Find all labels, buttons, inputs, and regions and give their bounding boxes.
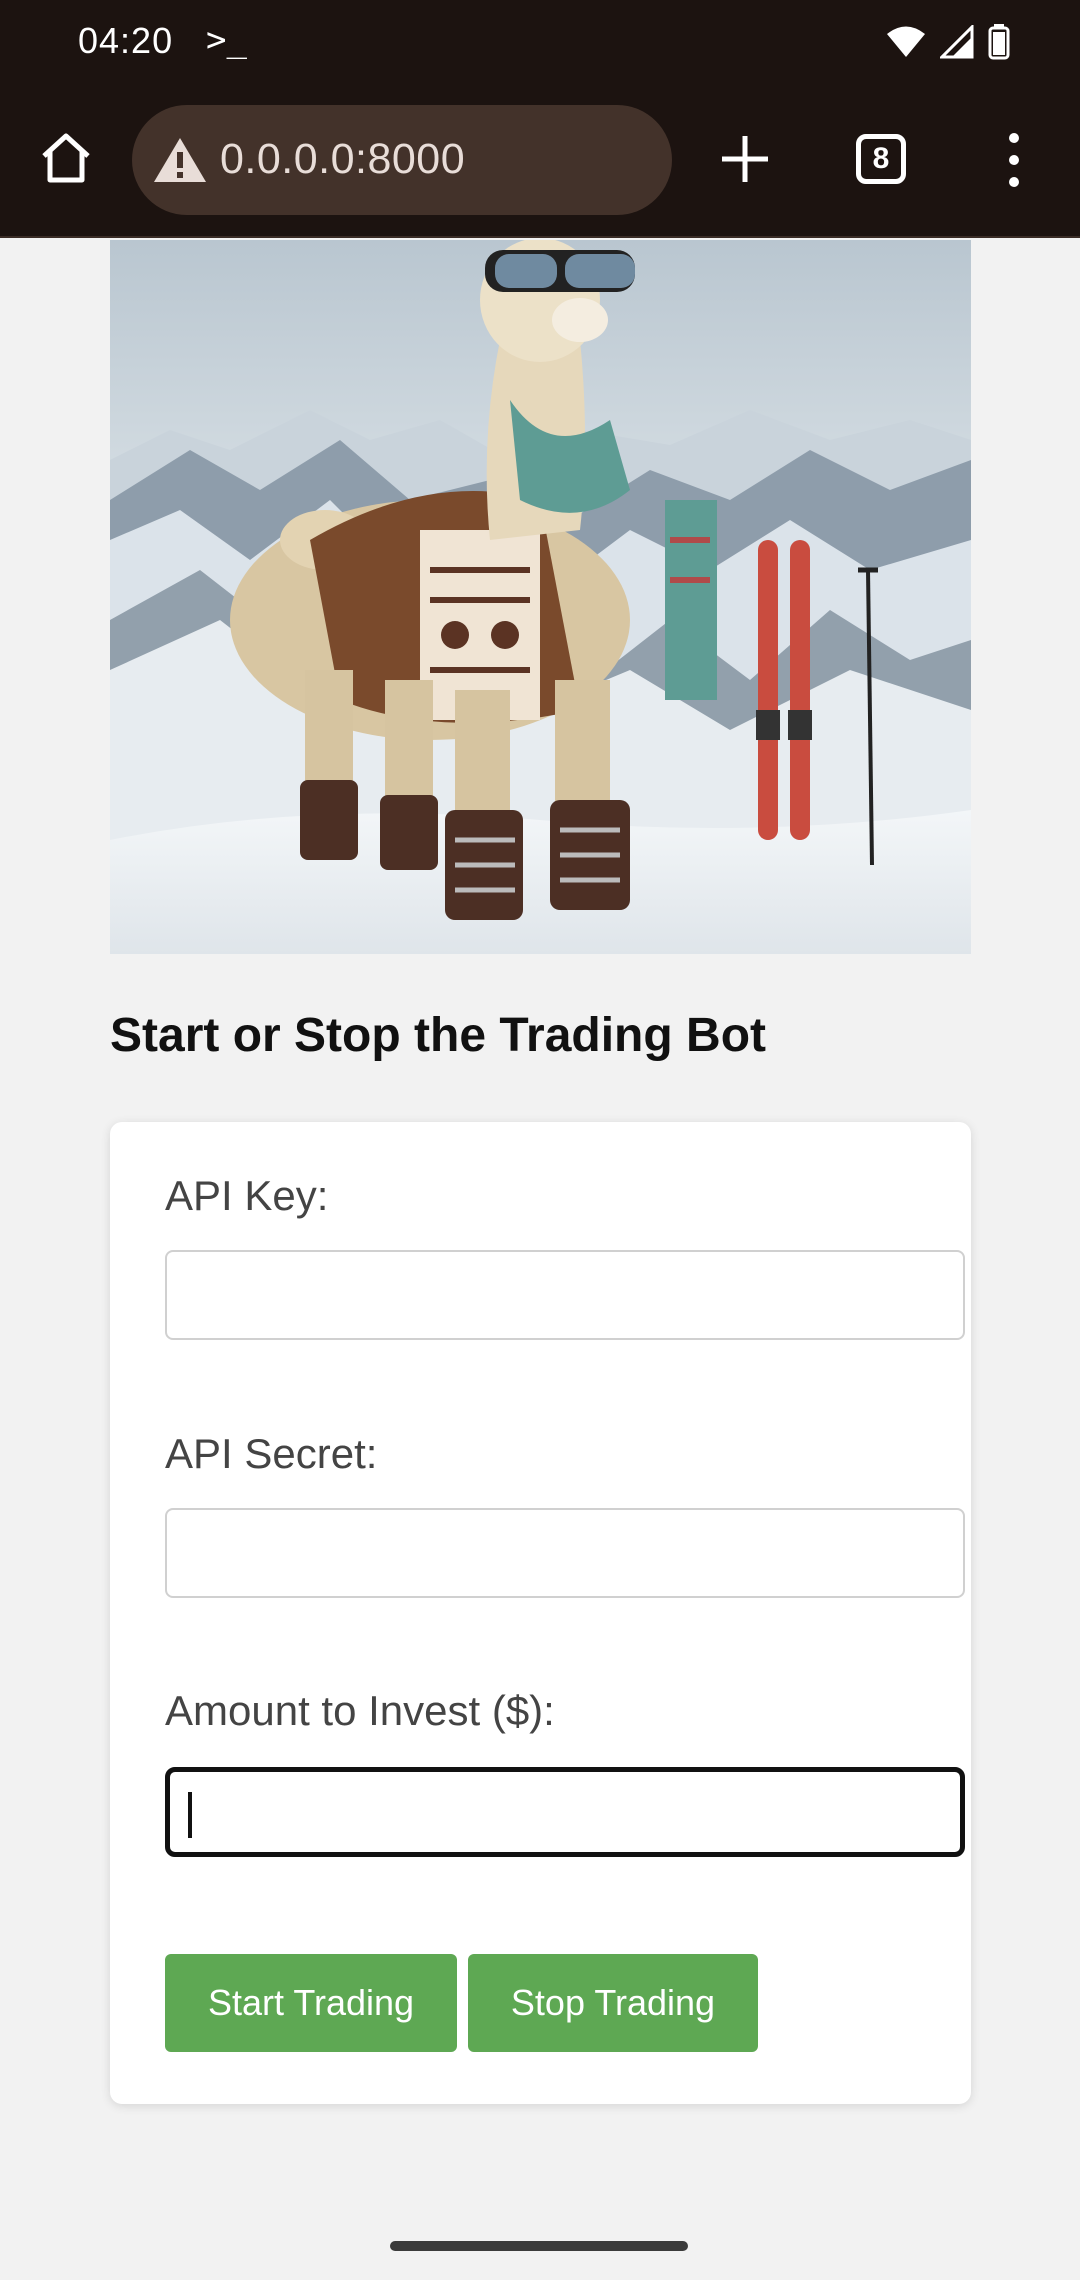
status-icons xyxy=(886,24,1010,60)
wifi-icon xyxy=(887,26,925,57)
amount-label: Amount to Invest ($): xyxy=(165,1687,555,1734)
browser-toolbar: 0.0.0.0:8000 8 xyxy=(0,90,1080,238)
api-secret-input[interactable] xyxy=(165,1508,965,1598)
stop-trading-button[interactable]: Stop Trading xyxy=(468,1954,758,2052)
api-key-label: API Key: xyxy=(165,1172,329,1219)
api-key-input[interactable] xyxy=(165,1250,965,1340)
more-vert-icon[interactable] xyxy=(996,130,1032,190)
signal-icon xyxy=(940,25,974,59)
page-title: Start or Stop the Trading Bot xyxy=(110,1009,766,1062)
start-trading-button[interactable]: Start Trading xyxy=(165,1954,457,2052)
llama-illustration xyxy=(110,240,971,954)
trading-form-card: API Key: API Secret: Amount to Invest ($… xyxy=(110,1122,971,2104)
gesture-nav-bar[interactable] xyxy=(390,2241,688,2251)
hero-image xyxy=(110,240,971,954)
terminal-icon: >_ xyxy=(206,20,247,60)
status-bar: 04:20 >_ xyxy=(0,0,1080,90)
status-time: 04:20 xyxy=(78,20,174,61)
battery-icon xyxy=(988,24,1010,60)
plus-icon[interactable] xyxy=(716,130,774,188)
url-bar[interactable]: 0.0.0.0:8000 xyxy=(132,105,672,215)
text-caret xyxy=(188,1792,192,1838)
api-secret-label: API Secret: xyxy=(165,1430,378,1477)
warning-icon[interactable] xyxy=(152,136,208,184)
amount-input[interactable] xyxy=(165,1767,965,1857)
home-icon[interactable] xyxy=(38,130,94,186)
tab-count: 8 xyxy=(872,142,890,175)
tab-switcher-button[interactable]: 8 xyxy=(856,134,906,184)
url-text[interactable]: 0.0.0.0:8000 xyxy=(220,135,465,184)
